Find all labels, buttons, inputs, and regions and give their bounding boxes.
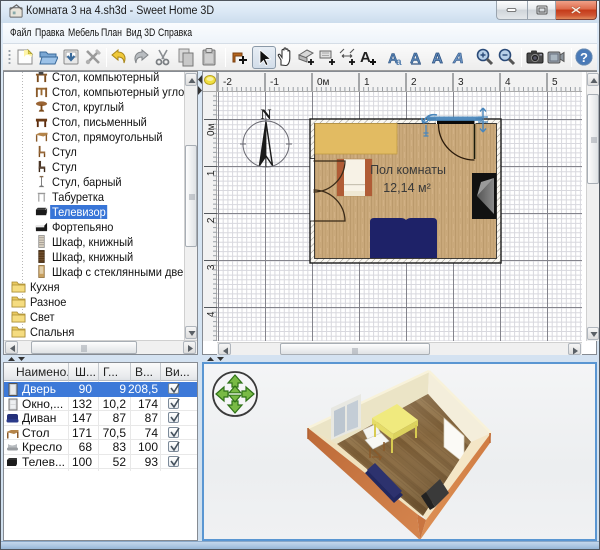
svg-text:A: A (360, 49, 371, 66)
svg-text:-1: -1 (270, 77, 279, 88)
svg-text:0м: 0м (317, 77, 330, 88)
svg-text:0м: 0м (206, 123, 217, 136)
svg-text:1: 1 (364, 77, 370, 88)
svg-text:?: ? (580, 50, 588, 65)
svg-text:N: N (261, 107, 272, 123)
svg-text:-2: -2 (223, 77, 232, 88)
svg-text:4: 4 (206, 311, 217, 317)
svg-text:2: 2 (206, 217, 217, 223)
svg-text:12,14 м²: 12,14 м² (383, 181, 431, 195)
svg-text:4: 4 (505, 77, 511, 88)
svg-text:3: 3 (206, 264, 217, 270)
svg-text:A: A (452, 50, 464, 67)
svg-text:5: 5 (552, 77, 558, 88)
svg-text:a: a (396, 57, 402, 67)
svg-text:Пол комнаты: Пол комнаты (370, 163, 446, 177)
svg-text:A: A (432, 50, 443, 67)
svg-text:2: 2 (411, 77, 417, 88)
svg-text:3: 3 (458, 77, 464, 88)
svg-text:1: 1 (206, 170, 217, 176)
